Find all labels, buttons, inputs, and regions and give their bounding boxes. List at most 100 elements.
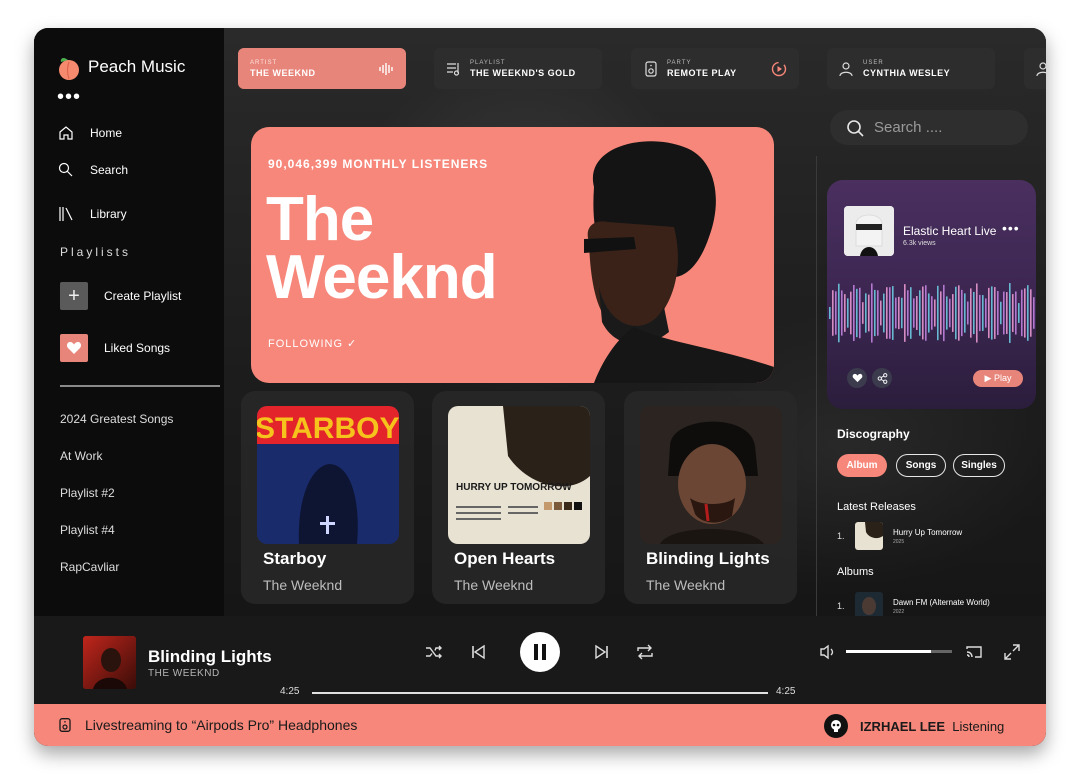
app-logo[interactable]: Peach Music (56, 54, 185, 80)
app-name: Peach Music (88, 57, 186, 76)
search-input[interactable]: Search .... (874, 119, 942, 136)
sidebar-item-library[interactable]: Library (58, 206, 127, 222)
waveform-bar (859, 287, 861, 339)
waveform-bar (895, 297, 897, 329)
waveform-bar (853, 284, 855, 342)
album-artist: The Weeknd (454, 577, 534, 593)
speaker-icon (645, 60, 657, 77)
release-item[interactable]: 1. Hurry Up Tomorrow 2025 (837, 522, 962, 550)
audio-waveform-visual (829, 283, 1035, 343)
waveform-bar (985, 298, 987, 328)
sidebar-playlist-item[interactable]: At Work (60, 449, 102, 463)
artist-portrait (584, 141, 774, 383)
shuffle-icon[interactable] (424, 642, 444, 662)
artist-name: The Weeknd (266, 189, 498, 309)
waveform-bar (901, 297, 903, 329)
sidebar-playlist-item[interactable]: RapCavliar (60, 560, 119, 574)
waveform-bar (889, 287, 891, 339)
tab-party[interactable]: PARTY REMOTE PLAY (631, 48, 799, 89)
track-views: 6.3k views (903, 240, 936, 247)
waveform-bar (1033, 297, 1035, 329)
waveform-bar (955, 286, 957, 340)
album-card[interactable]: STARBOY Starboy The Weeknd (241, 391, 414, 604)
album-cover: STARBOY (257, 406, 399, 544)
app-window: Peach Music ••• Home Search Library Play… (34, 28, 1046, 746)
previous-track-icon[interactable] (468, 642, 488, 662)
waveform-bar (829, 307, 831, 319)
waveform-bar (832, 290, 834, 336)
tab-playlist[interactable]: PLAYLIST THE WEEKND'S GOLD (434, 48, 602, 89)
discography-heading: Discography (837, 427, 910, 441)
waveform-bar (997, 291, 999, 335)
featured-track-card[interactable]: Elastic Heart Live 6.3k views ••• ▶ Play (827, 180, 1036, 409)
livestream-banner: Livestreaming to “Airpods Pro” Headphone… (34, 704, 1046, 746)
filter-singles-button[interactable]: Singles (953, 454, 1005, 477)
more-options-icon[interactable]: ••• (1002, 220, 1020, 236)
waveform-bar (928, 293, 930, 333)
sidebar-item-home[interactable]: Home (58, 125, 122, 141)
play-button[interactable]: ▶ Play (973, 370, 1023, 387)
volume-slider[interactable] (846, 650, 952, 653)
waveform-bar (1015, 291, 1017, 335)
repeat-icon[interactable] (635, 642, 655, 662)
waveform-bar (841, 290, 843, 336)
sidebar-divider (60, 385, 220, 387)
waveform-bar (871, 283, 873, 343)
album-year: 2022 (893, 608, 905, 615)
cast-icon[interactable] (964, 642, 984, 662)
heart-icon[interactable] (847, 368, 867, 388)
pause-button[interactable] (520, 632, 560, 672)
album-cover: HURRY UP TOMORROW (448, 406, 590, 544)
waveform-bar (961, 289, 963, 337)
waveform-bar (964, 293, 966, 333)
tab-overflow[interactable] (1024, 48, 1046, 89)
volume-icon[interactable] (818, 642, 838, 662)
waveform-bar (1000, 301, 1002, 325)
user-icon (1036, 61, 1046, 76)
expand-icon[interactable] (1002, 642, 1022, 662)
avatar[interactable] (824, 714, 848, 738)
livestream-text: Livestreaming to “Airpods Pro” Headphone… (85, 717, 358, 733)
waveform-bar (979, 294, 981, 332)
waveform-bar (862, 302, 864, 324)
total-time: 4:25 (776, 686, 796, 697)
waveform-bar (835, 291, 837, 335)
waveform-bar (946, 296, 948, 330)
filter-songs-button[interactable]: Songs (896, 454, 946, 477)
sidebar-item-search[interactable]: Search (58, 162, 128, 178)
tab-value: REMOTE PLAY (667, 67, 737, 78)
sidebar-playlist-item[interactable]: 2024 Greatest Songs (60, 412, 173, 426)
album-card[interactable]: HURRY UP TOMORROW Open Hearts The Weeknd (432, 391, 605, 604)
waveform-bar (883, 293, 885, 333)
share-icon[interactable] (872, 368, 892, 388)
now-playing-cover (83, 636, 136, 689)
album-card[interactable]: Blinding Lights The Weeknd (624, 391, 797, 604)
waveform-bar (892, 286, 894, 340)
search-icon (58, 162, 73, 177)
create-playlist-button[interactable]: + Create Playlist (60, 282, 181, 310)
tab-artist[interactable]: ARTIST THE WEEKND (238, 48, 406, 89)
more-options-icon[interactable]: ••• (57, 87, 81, 107)
elapsed-time: 4:25 (280, 686, 300, 697)
player-bar: Blinding Lights THE WEEKND 4:25 4:25 (34, 616, 1046, 704)
progress-bar[interactable] (312, 692, 768, 694)
sidebar-playlist-item[interactable]: Playlist #2 (60, 486, 115, 500)
waveform-bar (937, 285, 939, 341)
waveform-bar (916, 296, 918, 330)
playlist-icon (447, 62, 460, 76)
liked-songs-button[interactable]: Liked Songs (60, 334, 170, 362)
search-bar[interactable]: Search .... (830, 110, 1028, 145)
following-button[interactable]: FOLLOWING ✓ (268, 337, 357, 350)
waveform-bar (904, 284, 906, 342)
waveform-bar (910, 287, 912, 339)
waveform-icon (379, 62, 393, 75)
filter-album-button[interactable]: Album (837, 454, 887, 477)
tab-user[interactable]: USER CYNTHIA WESLEY (827, 48, 995, 89)
library-icon (59, 207, 73, 221)
next-track-icon[interactable] (592, 642, 612, 662)
waveform-bar (868, 294, 870, 332)
waveform-bar (943, 284, 945, 342)
play-circle-icon[interactable] (771, 61, 787, 77)
release-title: Hurry Up Tomorrow (893, 527, 963, 537)
sidebar-playlist-item[interactable]: Playlist #4 (60, 523, 115, 537)
